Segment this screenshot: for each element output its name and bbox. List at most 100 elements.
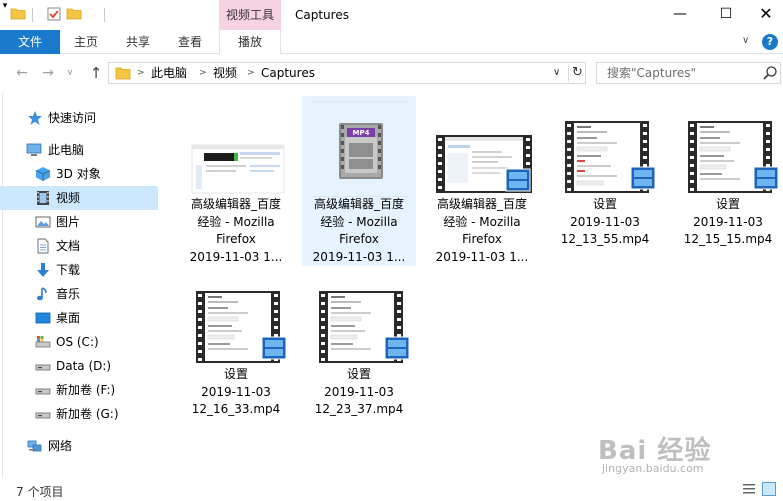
properties-check-icon[interactable]: [46, 6, 62, 22]
sidebar-item-pictures[interactable]: 图片: [0, 210, 158, 234]
sidebar-item-volume-f[interactable]: 新加卷 (F:): [0, 378, 158, 402]
sidebar-item-this-pc[interactable]: 此电脑: [0, 138, 158, 162]
file-list-view[interactable]: 高级编辑器_百度 经验 - Mozilla Firefox 2019-11-03…: [162, 93, 783, 478]
sidebar-item-videos[interactable]: 视频: [0, 186, 158, 210]
sidebar-item-quick-access[interactable]: 快速访问: [0, 106, 158, 130]
file-name-line: 设置: [346, 367, 371, 381]
file-name: 高级编辑器_百度 经验 - Mozilla Firefox 2019-11-03…: [179, 196, 293, 266]
file-item[interactable]: 高级编辑器_百度 经验 - Mozilla Firefox 2019-11-03…: [425, 96, 539, 266]
forward-button[interactable]: →: [38, 63, 58, 83]
title-bar: ▾ 视频工具 Captures — ☐ ✕: [0, 0, 783, 30]
minimize-button[interactable]: —: [657, 0, 703, 30]
tab-play[interactable]: 播放: [219, 30, 281, 54]
file-name-line: Firefox: [216, 232, 256, 246]
file-item-selected[interactable]: MP4 高级编辑器_百度 经验 - Mozilla Firefox 2019-1…: [302, 96, 416, 266]
close-button[interactable]: ✕: [749, 0, 783, 30]
video-thumbnail: [436, 135, 532, 193]
file-name-line: 2019-11-03 1...: [312, 249, 406, 264]
video-icon: [37, 191, 49, 205]
new-folder-icon[interactable]: [66, 6, 82, 22]
address-dropdown-icon[interactable]: ∨: [553, 66, 560, 80]
large-icons-view-icon[interactable]: [762, 482, 776, 496]
sidebar-item-label: 新加卷 (G:): [56, 407, 119, 421]
status-bar: 7 个项目: [0, 478, 783, 501]
pictures-icon: [35, 216, 51, 228]
breadcrumb-videos[interactable]: 视频: [213, 65, 237, 81]
up-button[interactable]: ↑: [86, 63, 106, 83]
sidebar-item-data-d[interactable]: Data (D:): [0, 354, 158, 378]
refresh-button[interactable]: ↻: [568, 64, 586, 82]
maximize-button[interactable]: ☐: [703, 0, 749, 30]
folder-icon: [115, 67, 131, 80]
qat-dropdown-icon[interactable]: ▾: [0, 0, 10, 12]
sidebar-item-volume-g[interactable]: 新加卷 (G:): [0, 402, 158, 426]
file-name-line: 12_23_37.mp4: [314, 402, 404, 416]
sidebar-item-label: 网络: [48, 439, 73, 453]
sidebar-item-desktop[interactable]: 桌面: [0, 306, 158, 330]
sidebar-item-label: 视频: [56, 191, 81, 205]
sidebar-item-label: 音乐: [56, 287, 81, 301]
sidebar-item-network[interactable]: 网络: [0, 434, 158, 458]
file-name-line: 2019-11-03 1...: [189, 249, 283, 264]
video-thumbnail: [319, 291, 409, 363]
sidebar-item-label: 新加卷 (F:): [56, 383, 116, 397]
sidebar-item-3d-objects[interactable]: 3D 对象: [0, 162, 158, 186]
breadcrumb-this-pc[interactable]: 此电脑: [151, 65, 187, 81]
back-button[interactable]: ←: [12, 63, 32, 83]
file-name-line: 设置: [223, 367, 248, 381]
file-item[interactable]: 设置 2019-11-03 12_13_55.mp4: [548, 96, 662, 266]
ribbon-expand-icon[interactable]: ∨: [742, 35, 749, 46]
search-input[interactable]: [597, 63, 757, 83]
computer-icon: [26, 143, 42, 156]
sidebar-item-music[interactable]: 音乐: [0, 282, 158, 306]
navigation-bar: ← → ∨ ↑ > 此电脑 > 视频 > Captures ∨ ↻: [0, 55, 783, 91]
tab-view[interactable]: 查看: [164, 30, 216, 54]
file-item[interactable]: 设置 2019-11-03 12_16_33.mp4: [179, 266, 293, 436]
file-name: 高级编辑器_百度 经验 - Mozilla Firefox 2019-11-03…: [302, 196, 416, 266]
tab-home[interactable]: 主页: [60, 30, 112, 54]
file-name-line: 经验 - Mozilla: [197, 214, 275, 229]
file-name: 设置 2019-11-03 12_13_55.mp4: [548, 196, 662, 249]
file-item[interactable]: 设置 2019-11-03 12_23_37.mp4: [302, 266, 416, 436]
file-name-line: 高级编辑器_百度: [436, 197, 527, 211]
sidebar-item-label: Data (D:): [56, 359, 112, 373]
address-bar[interactable]: > 此电脑 > 视频 > Captures ∨ ↻: [108, 62, 586, 84]
file-name-line: 设置: [715, 197, 740, 211]
file-name-line: 设置: [592, 197, 617, 211]
file-item[interactable]: 设置 2019-11-03 12_15_15.mp4: [671, 96, 783, 266]
file-item[interactable]: 高级编辑器_百度 经验 - Mozilla Firefox 2019-11-03…: [179, 96, 293, 266]
file-name-line: Firefox: [462, 232, 502, 246]
breadcrumb-separator[interactable]: >: [137, 66, 145, 80]
file-name-line: 12_16_33.mp4: [191, 402, 281, 416]
breadcrumb-captures[interactable]: Captures: [261, 65, 315, 81]
qat-separator: [104, 8, 105, 22]
breadcrumb-separator[interactable]: >: [199, 66, 207, 80]
tab-file[interactable]: 文件: [0, 30, 60, 54]
sidebar-item-documents[interactable]: 文档: [0, 234, 158, 258]
window-title: Captures: [295, 8, 349, 22]
file-name: 高级编辑器_百度 经验 - Mozilla Firefox 2019-11-03…: [425, 196, 539, 266]
tab-share[interactable]: 共享: [112, 30, 164, 54]
file-name-line: 2019-11-03 1...: [435, 249, 529, 264]
download-icon: [37, 263, 49, 277]
3d-objects-icon: [35, 167, 51, 181]
sidebar-item-os-c[interactable]: OS (C:): [0, 330, 158, 354]
sidebar-item-downloads[interactable]: 下载: [0, 258, 158, 282]
breadcrumb-separator[interactable]: >: [247, 66, 255, 80]
os-drive-icon: [35, 336, 51, 348]
recent-locations-button[interactable]: ∨: [64, 63, 76, 83]
help-icon[interactable]: ?: [762, 34, 778, 50]
drive-icon: [35, 412, 51, 419]
search-icon[interactable]: [762, 65, 778, 81]
video-thumbnail: [196, 291, 286, 363]
file-name-line: 经验 - Mozilla: [443, 214, 521, 229]
folder-icon[interactable]: [10, 6, 26, 22]
sidebar-item-label: 快速访问: [48, 111, 97, 125]
file-name: 设置 2019-11-03 12_23_37.mp4: [302, 366, 416, 419]
drive-icon: [35, 388, 51, 395]
network-icon: [27, 440, 42, 452]
video-thumbnail: [565, 121, 655, 193]
file-name: 设置 2019-11-03 12_15_15.mp4: [671, 196, 783, 249]
details-view-icon[interactable]: [742, 482, 756, 496]
file-name-line: 高级编辑器_百度: [190, 197, 281, 211]
